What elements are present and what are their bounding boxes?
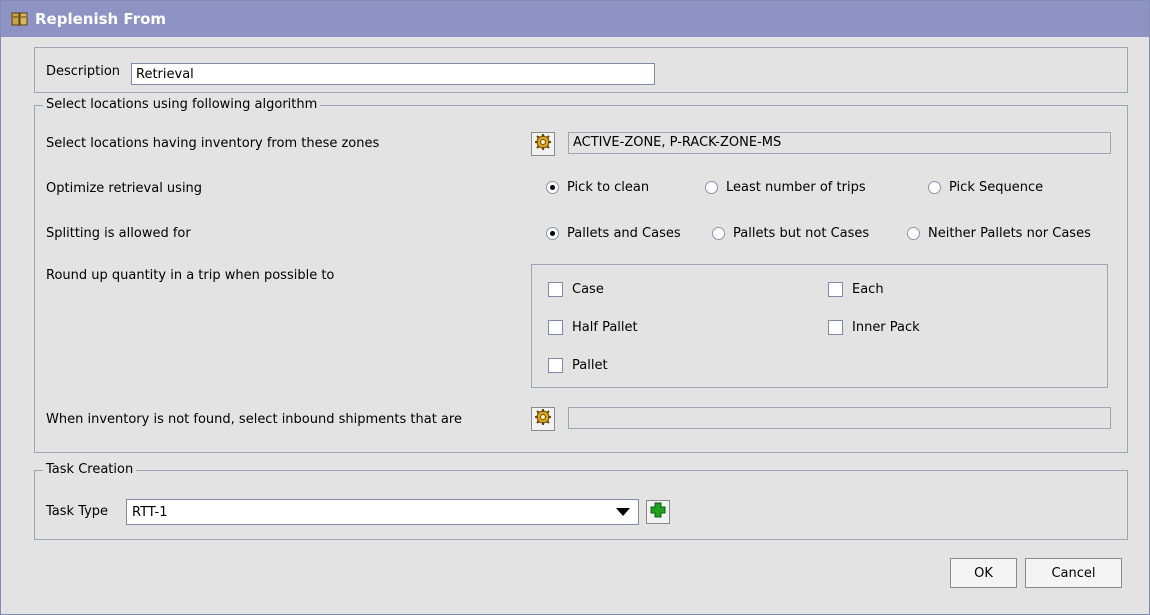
radio-pallets-and-cases[interactable]: Pallets and Cases <box>546 226 681 241</box>
radio-label: Pallets and Cases <box>567 226 681 241</box>
task-creation-legend: Task Creation <box>43 462 137 477</box>
radio-label: Least number of trips <box>726 180 866 195</box>
gear-lookup-icon <box>534 133 552 155</box>
radio-least-number-of-trips[interactable]: Least number of trips <box>705 180 866 195</box>
radio-selected-dot <box>546 181 559 194</box>
radio-label: Pallets but not Cases <box>733 226 870 241</box>
plus-icon <box>650 502 666 522</box>
zones-field: ACTIVE-ZONE, P-RACK-ZONE-MS <box>568 132 1111 154</box>
checkbox-box <box>828 282 843 297</box>
checkbox-each[interactable]: Each <box>828 282 884 297</box>
description-label: Description <box>46 64 121 79</box>
title-bar: Replenish From <box>1 1 1149 37</box>
radio-dot <box>705 181 718 194</box>
ok-button[interactable]: OK <box>950 558 1017 588</box>
radio-label: Neither Pallets nor Cases <box>928 226 1091 241</box>
checkbox-label: Each <box>852 282 884 297</box>
inbound-lookup-button[interactable] <box>531 407 555 431</box>
checkbox-label: Case <box>572 282 604 297</box>
gear-lookup-icon <box>534 408 552 430</box>
inbound-label: When inventory is not found, select inbo… <box>46 412 462 427</box>
task-type-label: Task Type <box>46 504 109 519</box>
radio-pick-sequence[interactable]: Pick Sequence <box>928 180 1043 195</box>
add-task-type-button[interactable] <box>646 500 670 524</box>
replenish-from-dialog: Replenish From Description Select locati… <box>0 0 1150 615</box>
radio-dot <box>928 181 941 194</box>
task-type-select[interactable]: RTT-1 <box>126 499 639 525</box>
inbound-shipments-field <box>568 407 1111 429</box>
cancel-button[interactable]: Cancel <box>1025 558 1122 588</box>
radio-neither-pallets-nor-cases[interactable]: Neither Pallets nor Cases <box>907 226 1091 241</box>
radio-pick-to-clean[interactable]: Pick to clean <box>546 180 649 195</box>
task-type-value: RTT-1 <box>132 504 168 520</box>
algorithm-legend: Select locations using following algorit… <box>43 97 321 112</box>
checkbox-box <box>548 320 563 335</box>
radio-label: Pick Sequence <box>949 180 1044 195</box>
task-creation-panel: Task Creation Task Type RTT-1 <box>34 462 1128 540</box>
checkbox-box <box>548 358 563 373</box>
roundup-options-box: Case Each Half Pallet Inner Pack Pallet <box>531 264 1108 388</box>
checkbox-box <box>828 320 843 335</box>
window-title: Replenish From <box>35 10 167 28</box>
zones-label: Select locations having inventory from t… <box>46 136 380 151</box>
cancel-button-label: Cancel <box>1051 565 1096 581</box>
checkbox-pallet[interactable]: Pallet <box>548 358 608 373</box>
splitting-label: Splitting is allowed for <box>46 226 191 241</box>
optimize-label: Optimize retrieval using <box>46 181 203 196</box>
description-input[interactable] <box>131 63 655 85</box>
radio-pallets-but-not-cases[interactable]: Pallets but not Cases <box>712 226 869 241</box>
checkbox-box <box>548 282 563 297</box>
description-panel: Description <box>34 47 1128 93</box>
checkbox-label: Inner Pack <box>852 320 920 335</box>
checkbox-label: Half Pallet <box>572 320 638 335</box>
radio-dot <box>712 227 725 240</box>
radio-selected-dot <box>546 227 559 240</box>
checkbox-inner-pack[interactable]: Inner Pack <box>828 320 920 335</box>
radio-dot <box>907 227 920 240</box>
algorithm-panel: Select locations using following algorit… <box>34 97 1128 453</box>
roundup-label: Round up quantity in a trip when possibl… <box>46 268 335 283</box>
checkbox-label: Pallet <box>572 358 608 373</box>
package-icon <box>11 10 29 28</box>
checkbox-half-pallet[interactable]: Half Pallet <box>548 320 638 335</box>
checkbox-case[interactable]: Case <box>548 282 604 297</box>
zones-lookup-button[interactable] <box>531 132 555 156</box>
ok-button-label: OK <box>974 565 993 581</box>
radio-label: Pick to clean <box>567 180 650 195</box>
chevron-down-icon <box>616 508 630 516</box>
